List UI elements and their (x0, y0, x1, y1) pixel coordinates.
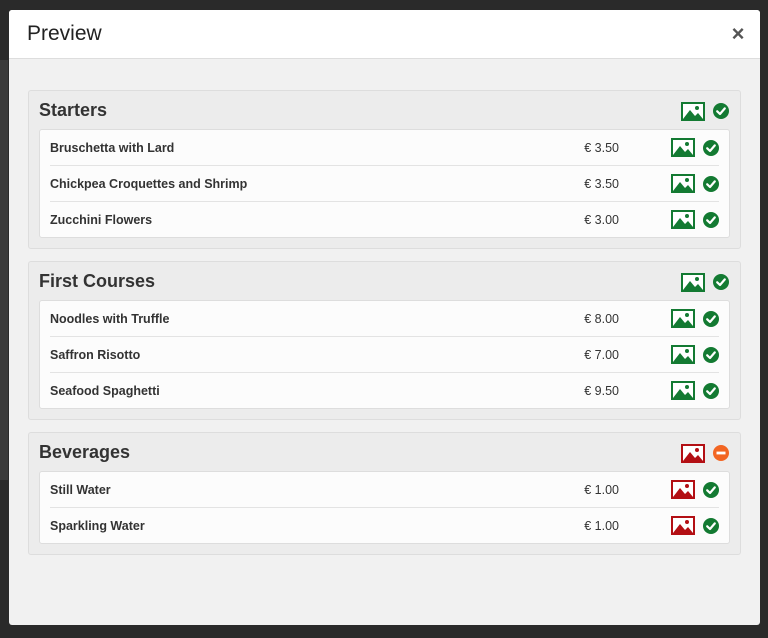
check-circle-icon[interactable] (703, 346, 719, 363)
sidebar-strip (0, 60, 8, 480)
section-header: Starters (39, 91, 730, 129)
check-circle-icon[interactable] (703, 175, 719, 192)
item-list: Still Water € 1.00 Sparkling Water € 1.00 (39, 471, 730, 544)
section-header: Beverages (39, 433, 730, 471)
check-circle-icon[interactable] (703, 139, 719, 156)
image-icon[interactable] (671, 210, 695, 229)
menu-item-row[interactable]: Noodles with Truffle € 8.00 (50, 301, 719, 336)
item-name: Still Water (50, 482, 111, 497)
modal-body: Starters Bruschetta with Lard € 3.50 Chickp… (9, 59, 760, 555)
check-circle-icon[interactable] (703, 382, 719, 399)
item-price: € 9.50 (584, 383, 619, 398)
menu-item-row[interactable]: Saffron Risotto € 7.00 (50, 336, 719, 372)
item-price: € 1.00 (584, 482, 619, 497)
item-name: Seafood Spaghetti (50, 383, 160, 398)
item-list: Bruschetta with Lard € 3.50 Chickpea Croqu… (39, 129, 730, 238)
check-circle-icon[interactable] (703, 310, 719, 327)
item-status-icons (671, 210, 719, 229)
item-status-icons (671, 480, 719, 499)
minus-circle-icon[interactable] (713, 445, 729, 461)
item-status-icons (671, 381, 719, 400)
image-icon[interactable] (671, 480, 695, 499)
item-status-icons (671, 345, 719, 364)
menu-item-row[interactable]: Bruschetta with Lard € 3.50 (50, 130, 719, 165)
section-status-icons (681, 272, 729, 292)
section-title: Starters (39, 99, 108, 120)
check-circle-icon[interactable] (713, 274, 729, 290)
item-price: € 3.50 (584, 140, 619, 155)
section-header: First Courses (39, 262, 730, 300)
item-status-icons (671, 516, 719, 535)
menu-section: First Courses Noodles with Truffle € 8.00 S… (28, 261, 741, 420)
item-price: € 7.00 (584, 347, 619, 362)
image-icon[interactable] (671, 381, 695, 400)
modal-title: Preview (27, 22, 102, 45)
menu-item-row[interactable]: Seafood Spaghetti € 9.50 (50, 372, 719, 408)
item-price: € 8.00 (584, 311, 619, 326)
menu-item-row[interactable]: Zucchini Flowers € 3.00 (50, 201, 719, 237)
item-price: € 3.50 (584, 176, 619, 191)
section-title: Beverages (39, 441, 131, 462)
item-name: Zucchini Flowers (50, 212, 153, 227)
item-status-icons (671, 309, 719, 328)
image-icon[interactable] (671, 345, 695, 364)
menu-section: Beverages Still Water € 1.00 Sparkling Wate… (28, 432, 741, 555)
item-price: € 3.00 (584, 212, 619, 227)
section-status-icons (681, 101, 729, 121)
check-circle-icon[interactable] (713, 103, 729, 119)
image-icon[interactable] (681, 101, 705, 121)
item-name: Noodles with Truffle (50, 311, 170, 326)
menu-item-row[interactable]: Sparkling Water € 1.00 (50, 507, 719, 543)
item-list: Noodles with Truffle € 8.00 Saffron Risott… (39, 300, 730, 409)
section-status-icons (681, 443, 729, 463)
image-icon[interactable] (671, 309, 695, 328)
item-name: Bruschetta with Lard (50, 140, 175, 155)
check-circle-icon[interactable] (703, 517, 719, 534)
close-button[interactable]: × (728, 23, 748, 45)
check-circle-icon[interactable] (703, 481, 719, 498)
item-status-icons (671, 138, 719, 157)
menu-section: Starters Bruschetta with Lard € 3.50 Chickp… (28, 90, 741, 249)
check-circle-icon[interactable] (703, 211, 719, 228)
modal-header: Preview × (9, 10, 760, 59)
item-name: Chickpea Croquettes and Shrimp (50, 176, 248, 191)
menu-item-row[interactable]: Still Water € 1.00 (50, 472, 719, 507)
image-icon[interactable] (671, 138, 695, 157)
item-status-icons (671, 174, 719, 193)
image-icon[interactable] (671, 174, 695, 193)
item-name: Saffron Risotto (50, 347, 141, 362)
image-icon[interactable] (681, 272, 705, 292)
image-icon[interactable] (671, 516, 695, 535)
item-price: € 1.00 (584, 518, 619, 533)
preview-modal: Preview × Starters Bruschetta with Lard € … (9, 10, 760, 625)
menu-item-row[interactable]: Chickpea Croquettes and Shrimp € 3.50 (50, 165, 719, 201)
item-name: Sparkling Water (50, 518, 145, 533)
section-title: First Courses (39, 270, 156, 291)
image-icon[interactable] (681, 443, 705, 463)
